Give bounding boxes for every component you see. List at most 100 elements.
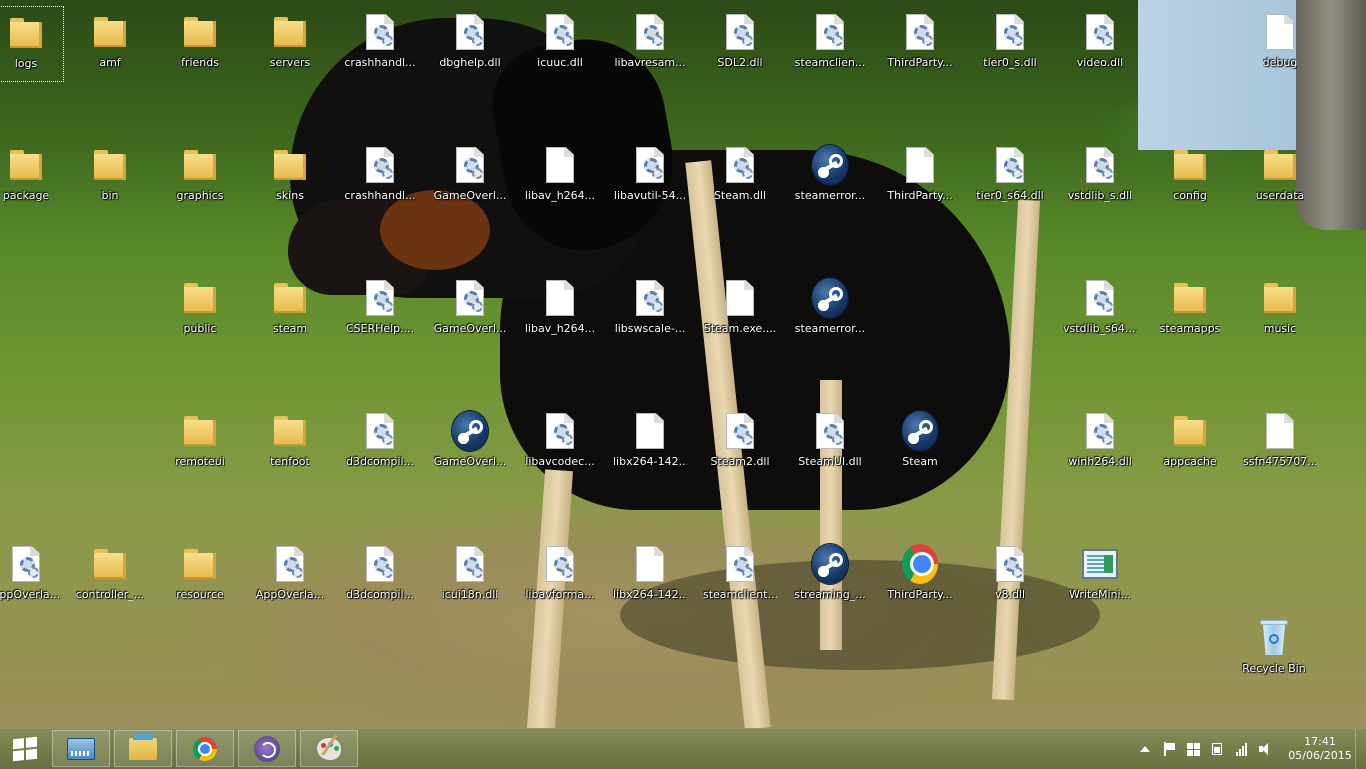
desktop-icon[interactable]: ThirdParty... (882, 6, 958, 82)
windows-tray-icon[interactable] (1185, 741, 1201, 757)
desktop-icon[interactable]: tenfoot (252, 405, 328, 481)
desktop-icon[interactable]: Steam.exe.... (702, 272, 778, 348)
show-hidden-icons-chevron-icon[interactable] (1137, 741, 1153, 757)
desktop-icon[interactable]: public (162, 272, 238, 348)
desktop-icon[interactable]: WriteMini... (1062, 538, 1138, 614)
desktop-icon[interactable]: libswscale-... (612, 272, 688, 348)
icon-glyph (182, 278, 218, 318)
clock[interactable]: 17:41 05/06/2015 (1285, 735, 1355, 763)
dll-file-icon (1086, 413, 1114, 449)
dll-file-icon (726, 14, 754, 50)
dll-file-icon (996, 546, 1024, 582)
desktop-icon[interactable]: Steam2.dll (702, 405, 778, 481)
desktop-icon[interactable]: libx264-142... (612, 538, 688, 614)
taskbar-bittorrent[interactable] (238, 730, 296, 767)
icon-glyph (272, 145, 308, 185)
desktop-icon[interactable]: libavutil-54... (612, 139, 688, 215)
desktop-icon[interactable]: GameOverl... (432, 272, 508, 348)
desktop-icon[interactable]: libx264-142.... (612, 405, 688, 481)
desktop-icon[interactable]: d3dcompil... (342, 405, 418, 481)
network-signal-icon[interactable] (1233, 741, 1249, 757)
desktop-icon[interactable]: GameOverl... (432, 405, 508, 481)
desktop-icon[interactable]: AppOverla... (252, 538, 328, 614)
desktop-icon[interactable]: ssfn475707... (1242, 405, 1318, 481)
desktop-icon[interactable]: streaming_... (792, 538, 868, 614)
taskbar-file-explorer[interactable] (114, 730, 172, 767)
desktop-icon[interactable]: ThirdParty... (882, 538, 958, 614)
taskbar-chrome[interactable] (176, 730, 234, 767)
desktop-icon[interactable]: vstdlib_s.dll (1062, 139, 1138, 215)
desktop-icon-label: icui18n.dll (441, 588, 499, 601)
desktop-icon-label: libavcodec... (525, 455, 595, 468)
desktop-icon[interactable]: vstdlib_s64.... (1062, 272, 1138, 348)
desktop-icon[interactable]: resource (162, 538, 238, 614)
desktop-icon-label: Steam.exe.... (703, 322, 777, 335)
volume-icon[interactable] (1257, 741, 1273, 757)
desktop-icon[interactable]: SDL2.dll (702, 6, 778, 82)
desktop-icon[interactable]: v8.dll (972, 538, 1048, 614)
desktop-icon[interactable]: steamclien... (792, 6, 868, 82)
desktop-icon[interactable]: SteamUI.dll (792, 405, 868, 481)
icon-glyph (272, 411, 308, 451)
desktop-icon[interactable]: d3dcompil... (342, 538, 418, 614)
dll-file-icon (456, 546, 484, 582)
taskbar-paint[interactable] (300, 730, 358, 767)
desktop-icon[interactable]: Steam (882, 405, 958, 481)
desktop-icon[interactable]: AppOverla... (0, 538, 64, 614)
desktop-icon[interactable]: remoteui (162, 405, 238, 481)
desktop-icon[interactable]: winh264.dll (1062, 405, 1138, 481)
desktop-icon[interactable]: package (0, 139, 64, 215)
desktop-icon[interactable]: debug (1242, 6, 1318, 82)
desktop-icon[interactable]: ThirdParty... (882, 139, 958, 215)
desktop[interactable]: logs amf friends servers crashhandl... dbghel… (0, 0, 1366, 728)
show-desktop-button[interactable] (1355, 729, 1366, 769)
desktop-icon[interactable]: skins (252, 139, 328, 215)
folder-icon (184, 150, 216, 180)
desktop-icon[interactable]: tier0_s.dll (972, 6, 1048, 82)
start-button[interactable] (0, 729, 50, 769)
desktop-icon[interactable]: tier0_s64.dll (972, 139, 1048, 215)
desktop-icon[interactable]: userdata (1242, 139, 1318, 215)
desktop-icon[interactable]: libavcodec... (522, 405, 598, 481)
taskbar-keyboard[interactable] (52, 730, 110, 767)
desktop-icon[interactable]: config (1152, 139, 1228, 215)
desktop-icon-label: d3dcompil... (345, 588, 415, 601)
desktop-icon-label: ThirdParty... (887, 588, 953, 601)
desktop-icon[interactable]: graphics (162, 139, 238, 215)
desktop-icon[interactable]: steamclient.... (702, 538, 778, 614)
desktop-icon[interactable]: video.dll (1062, 6, 1138, 82)
desktop-icon[interactable]: libavresam... (612, 6, 688, 82)
icon-glyph (92, 145, 128, 185)
desktop-icon[interactable]: appcache (1152, 405, 1228, 481)
desktop-icon[interactable]: bin (72, 139, 148, 215)
desktop-icon[interactable]: steamapps (1152, 272, 1228, 348)
desktop-icon[interactable]: libav_h264... (522, 272, 598, 348)
dll-file-icon (546, 546, 574, 582)
desktop-icon[interactable]: friends (162, 6, 238, 82)
desktop-icon[interactable]: crashhandl... (342, 139, 418, 215)
action-center-flag-icon[interactable] (1161, 741, 1177, 757)
recycle-bin[interactable]: Recycle Bin (1236, 612, 1312, 688)
desktop-icon[interactable]: crashhandl... (342, 6, 418, 82)
desktop-icon[interactable]: GameOverl... (432, 139, 508, 215)
desktop-icon[interactable]: Steam.dll (702, 139, 778, 215)
desktop-icon[interactable]: steamerror... (792, 139, 868, 215)
dll-file-icon (1086, 147, 1114, 183)
desktop-icon[interactable]: logs (0, 6, 64, 82)
desktop-icon[interactable]: amf (72, 6, 148, 82)
desktop-icon-label: video.dll (1076, 56, 1124, 69)
desktop-icon-label: graphics (176, 189, 224, 202)
desktop-icon[interactable]: controller_... (72, 538, 148, 614)
desktop-icon[interactable]: steam (252, 272, 328, 348)
desktop-icon[interactable]: libavforma... (522, 538, 598, 614)
desktop-icon[interactable]: CSERHelp.... (342, 272, 418, 348)
dll-file-icon (366, 413, 394, 449)
desktop-icon[interactable]: steamerror... (792, 272, 868, 348)
desktop-icon[interactable]: servers (252, 6, 328, 82)
desktop-icon[interactable]: dbghelp.dll (432, 6, 508, 82)
desktop-icon[interactable]: libav_h264... (522, 139, 598, 215)
battery-icon[interactable] (1209, 741, 1225, 757)
desktop-icon[interactable]: music (1242, 272, 1318, 348)
desktop-icon[interactable]: icuuc.dll (522, 6, 598, 82)
desktop-icon[interactable]: icui18n.dll (432, 538, 508, 614)
